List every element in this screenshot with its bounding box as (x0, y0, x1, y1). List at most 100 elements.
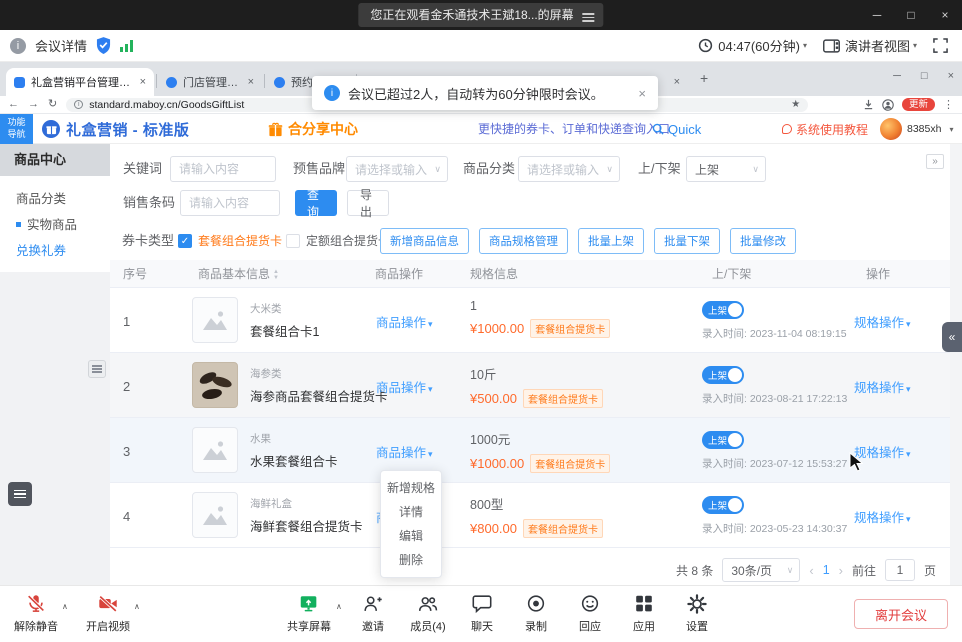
settings-button[interactable]: 设置 (669, 593, 725, 634)
members-button[interactable]: 成员(4) (400, 593, 456, 634)
product-op-link-open[interactable]: 商品操作▾ (376, 442, 433, 461)
leave-meeting-button[interactable]: 离开会议 (854, 599, 948, 629)
batch-edit-button[interactable]: 批量修改 (730, 228, 796, 254)
sidebar-collapse-button[interactable] (88, 360, 106, 378)
shelf-toggle[interactable]: 上架 (702, 366, 744, 384)
unmute-button[interactable]: 解除静音 (8, 593, 64, 634)
function-nav-toggle[interactable]: 功能 导航 (0, 114, 33, 144)
batch-on-shelf-button[interactable]: 批量上架 (578, 228, 644, 254)
timer-caret-icon[interactable]: ▾ (803, 41, 807, 50)
start-video-button[interactable]: 开启视频 (80, 593, 136, 634)
menu-item-add-spec[interactable]: 新增规格 (381, 476, 441, 500)
browser-menu-icon[interactable]: ⋮ (943, 98, 954, 111)
window-maximize-button[interactable]: □ (894, 0, 928, 30)
category-select[interactable]: 请选择或输入 ∨ (518, 156, 620, 182)
browser-close-button[interactable]: × (948, 70, 954, 82)
product-op-dropdown: 新增规格 详情 编辑 删除 (380, 470, 442, 578)
checkbox-package-card-label[interactable]: 套餐组合提货卡 (198, 228, 282, 254)
sidebar-item-physical-goods[interactable]: 实物商品 (0, 212, 110, 238)
meeting-details-label[interactable]: 会议详情 (35, 36, 87, 55)
browser-update-button[interactable]: 更新 (902, 98, 935, 111)
share-screen-button[interactable]: 共享屏幕 (281, 593, 337, 634)
quick-search-link[interactable]: Quick (652, 114, 701, 144)
back-icon[interactable]: ← (8, 99, 19, 110)
app-logo[interactable]: 礼盒营销 - 标准版 (42, 114, 189, 144)
fullscreen-icon[interactable] (933, 38, 948, 53)
video-options-caret[interactable]: ∧ (134, 602, 140, 611)
sidebar-item-exchange-coupon[interactable]: 兑换礼券 (0, 238, 110, 264)
sidebar-item-product-category[interactable]: 商品分类 (0, 186, 110, 212)
spec-op-link[interactable]: 规格操作▾ (854, 312, 911, 331)
toast-close-icon[interactable]: × (638, 86, 646, 101)
tab-close-icon[interactable]: × (674, 76, 680, 88)
keyword-input[interactable] (170, 156, 276, 182)
invite-button[interactable]: 邀请 (345, 593, 401, 634)
next-page-button[interactable]: › (839, 563, 843, 578)
spec-op-link[interactable]: 规格操作▾ (854, 507, 911, 526)
brand-select[interactable]: 请选择或输入 ∨ (346, 156, 448, 182)
checkbox-package-card[interactable]: ✓ (178, 234, 192, 248)
prev-page-button[interactable]: ‹ (809, 563, 813, 578)
mic-options-caret[interactable]: ∧ (62, 602, 68, 611)
tab-close-icon[interactable]: × (248, 76, 254, 88)
right-panel-handle[interactable]: « (942, 322, 962, 352)
batch-off-shelf-button[interactable]: 批量下架 (654, 228, 720, 254)
window-close-button[interactable]: × (928, 0, 962, 30)
download-icon[interactable] (863, 99, 874, 110)
share-options-caret[interactable]: ∧ (336, 602, 342, 611)
actions-row: 券卡类型 ✓ 套餐组合提货卡 定额组合提货卡 新增商品信息 商品规格管理 批量上… (110, 228, 962, 254)
spec-op-link[interactable]: 规格操作▾ (854, 377, 911, 396)
forward-icon[interactable]: → (28, 99, 39, 110)
titlebar-menu-icon[interactable] (583, 11, 595, 24)
meeting-info-icon[interactable]: i (10, 38, 26, 54)
reactions-button[interactable]: 回应 (562, 593, 618, 634)
user-chip[interactable]: 8385xh ▾ (880, 114, 953, 144)
browser-maximize-button[interactable]: □ (921, 70, 928, 82)
site-info-icon[interactable]: i (74, 100, 83, 109)
browser-minimize-button[interactable]: ─ (893, 70, 901, 82)
shelf-select[interactable]: 上架 ∨ (686, 156, 766, 182)
shelf-toggle[interactable]: 上架 (702, 431, 744, 449)
product-op-link[interactable]: 商品操作▾ (376, 312, 433, 331)
record-button[interactable]: 录制 (508, 593, 564, 634)
new-tab-button[interactable]: + (700, 70, 708, 86)
page-size-select[interactable]: 30条/页 ∨ (722, 558, 800, 582)
profile-icon[interactable] (882, 99, 894, 111)
browser-tab-store-admin[interactable]: 门店管理中心 × (158, 68, 262, 96)
panel-collapse-button[interactable]: » (926, 154, 944, 169)
shelf-toggle[interactable]: 上架 (702, 496, 744, 514)
sort-icon[interactable]: ▲▼ (273, 269, 279, 281)
sidebar-section-product-center[interactable]: 商品中心 (0, 144, 110, 176)
checkbox-fixed-card-label[interactable]: 定额组合提货卡 (306, 228, 390, 254)
view-mode-label[interactable]: 演讲者视图 (845, 36, 910, 55)
add-product-button[interactable]: 新增商品信息 (380, 228, 469, 254)
browser-tab-gift-admin[interactable]: 礼盒营销平台管理中... × (6, 68, 154, 96)
barcode-input[interactable] (180, 190, 280, 216)
spec-manage-button[interactable]: 商品规格管理 (479, 228, 568, 254)
reload-icon[interactable]: ↻ (48, 99, 57, 110)
meeting-timer[interactable]: 04:47(60分钟) (718, 36, 800, 55)
menu-item-details[interactable]: 详情 (381, 500, 441, 524)
product-op-link[interactable]: 商品操作▾ (376, 377, 433, 396)
meeting-toolbar: i 会议详情 04:47(60分钟) ▾ 演讲者视图 ▾ (0, 30, 962, 62)
checkbox-fixed-card[interactable] (286, 234, 300, 248)
search-button[interactable]: 查询 (295, 190, 337, 216)
current-page[interactable]: 1 (823, 563, 830, 577)
bookmark-star-icon[interactable]: ★ (791, 99, 800, 110)
goto-page-input[interactable] (885, 559, 915, 581)
tutorial-link[interactable]: 系统使用教程 (782, 114, 868, 144)
tab-close-icon[interactable]: × (140, 76, 146, 88)
apps-button[interactable]: 应用 (616, 593, 672, 634)
screen-share-title: 您正在观看金禾通技术王斌18...的屏幕 (358, 3, 603, 27)
view-mode-caret-icon[interactable]: ▾ (913, 41, 917, 50)
meeting-float-widget[interactable] (8, 482, 32, 506)
window-minimize-button[interactable]: ─ (860, 0, 894, 30)
chat-button[interactable]: 聊天 (454, 593, 510, 634)
chevron-down-icon: ∨ (787, 565, 794, 576)
scrollbar-track[interactable] (950, 144, 962, 585)
menu-item-delete[interactable]: 删除 (381, 548, 441, 572)
export-button[interactable]: 导出 (347, 190, 389, 216)
shelf-toggle[interactable]: 上架 (702, 301, 744, 319)
menu-item-edit[interactable]: 编辑 (381, 524, 441, 548)
share-center-link[interactable]: 合分享中心 (268, 114, 358, 144)
